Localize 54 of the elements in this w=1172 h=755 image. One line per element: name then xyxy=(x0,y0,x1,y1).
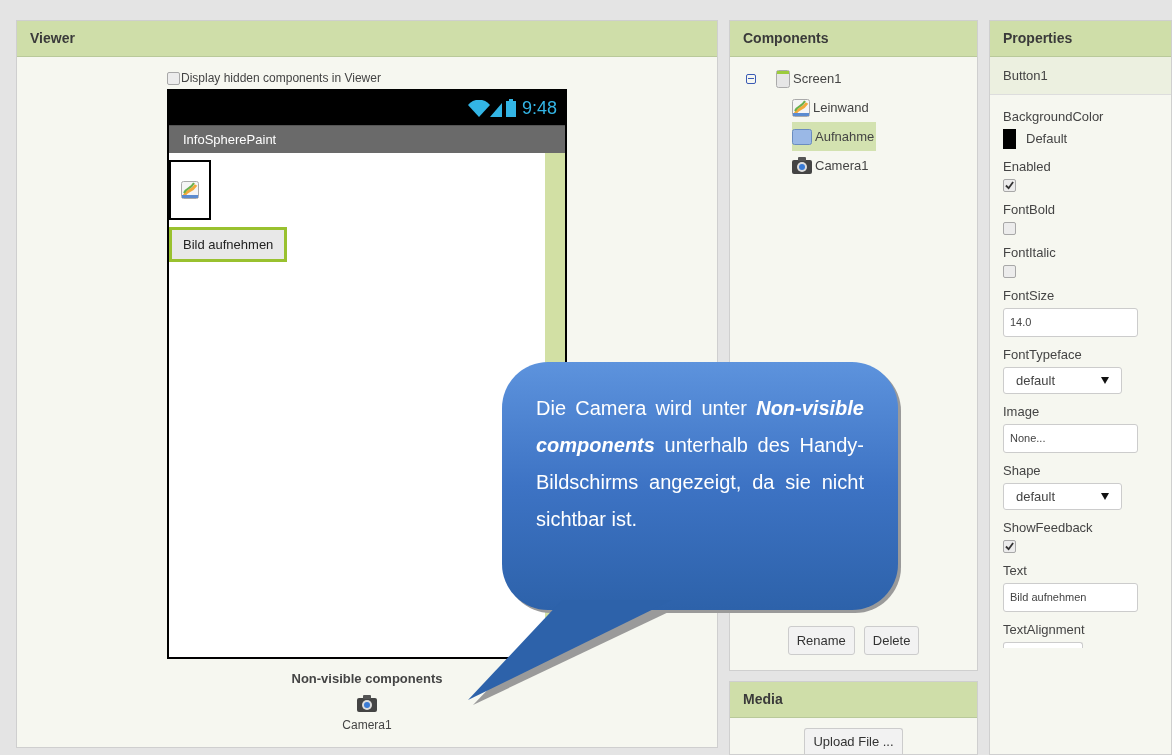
dropdown-icon xyxy=(1101,493,1109,500)
tree-item[interactable]: Leinwand xyxy=(792,93,871,122)
battery-icon xyxy=(505,99,516,117)
screen-icon xyxy=(776,69,790,88)
property-checkbox[interactable] xyxy=(1003,222,1016,235)
property-label: Shape xyxy=(1003,463,1042,479)
color-value: Default xyxy=(1026,130,1068,149)
property-label: ShowFeedback xyxy=(1003,520,1094,536)
panel-button[interactable]: Rename xyxy=(787,626,855,655)
property-label: BackgroundColor xyxy=(1003,109,1105,125)
property-select[interactable]: default xyxy=(1003,367,1122,394)
panel-header: Properties xyxy=(990,21,1171,57)
status-time: 9:48 xyxy=(521,96,557,120)
property-label: Image xyxy=(1003,404,1041,420)
property-field[interactable]: None... xyxy=(1003,424,1138,453)
app-title-bar: InfoSpherePaint xyxy=(169,125,565,153)
property-label: FontSize xyxy=(1003,288,1056,304)
nonvisible-label: Camera1 xyxy=(342,716,392,734)
property-label: FontBold xyxy=(1003,202,1057,218)
camera-icon xyxy=(357,694,377,712)
property-label: Text xyxy=(1003,563,1028,579)
property-select[interactable]: default xyxy=(1003,483,1122,510)
collapse-toggle[interactable] xyxy=(746,73,756,84)
property-label: FontItalic xyxy=(1003,245,1057,261)
checkbox-label: Display hidden components in Viewer xyxy=(181,70,381,87)
hidden-components-checkbox[interactable] xyxy=(167,71,180,85)
camera-icon xyxy=(792,157,812,174)
wifi-signal-icon xyxy=(467,99,502,117)
property-label: Enabled xyxy=(1003,159,1052,175)
property-label: FontTypeface xyxy=(1003,347,1083,363)
callout-tooltip-text: Die Camera wird unter Non-visible components unterhalb des Handy-Bildschirms angezeigt, da sie nicht sichtbar ist. xyxy=(536,396,864,532)
property-checkbox[interactable] xyxy=(1003,179,1016,192)
panel-header: Components xyxy=(730,21,977,57)
canvas-icon xyxy=(792,98,810,117)
upload-button[interactable]: Upload File ... xyxy=(804,728,903,754)
tree-item[interactable]: Aufnahme xyxy=(792,122,877,151)
canvas-component[interactable] xyxy=(169,160,211,220)
tree-item[interactable]: Screen1 xyxy=(776,64,844,93)
property-checkbox[interactable] xyxy=(1003,540,1016,553)
property-label: TextAlignment xyxy=(1003,622,1086,638)
property-field[interactable]: Bild aufnehmen xyxy=(1003,583,1138,612)
selected-component: Button1 xyxy=(990,57,1171,95)
tree-item[interactable]: Camera1 xyxy=(792,151,871,180)
section-title: Non-visible components xyxy=(291,670,443,688)
property-field[interactable]: 14.0 xyxy=(1003,308,1138,337)
property-checkbox[interactable] xyxy=(1003,265,1016,278)
panel-header: Media xyxy=(730,682,977,718)
canvas-icon xyxy=(181,181,199,199)
button-icon xyxy=(792,128,812,145)
panel-header: Viewer xyxy=(17,21,717,57)
color-swatch[interactable] xyxy=(1003,129,1016,149)
dropdown-icon xyxy=(1101,377,1109,384)
panel-button[interactable]: Delete xyxy=(863,626,920,655)
phone-button[interactable]: Bild aufnehmen xyxy=(169,227,288,262)
